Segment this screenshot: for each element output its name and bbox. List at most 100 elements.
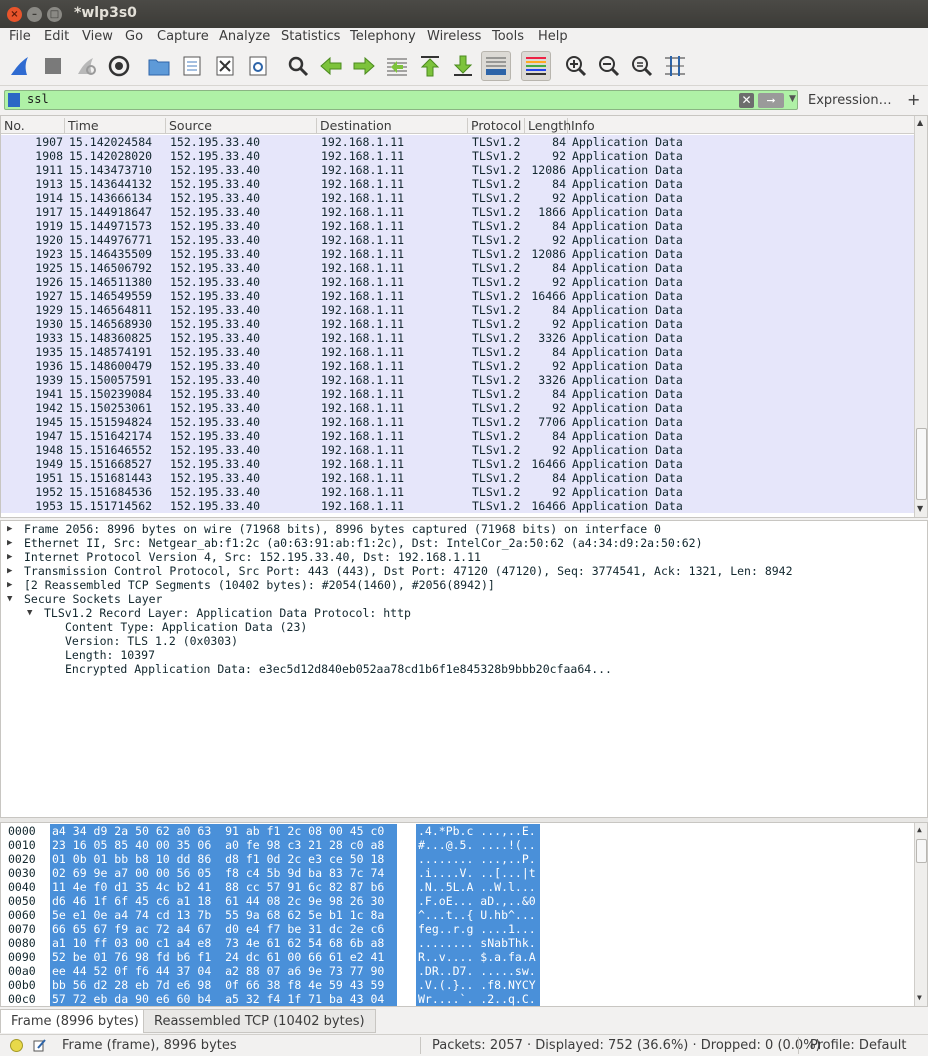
packet-row[interactable]: 1920 15.144976771 152.195.33.40 192.168.1.1… xyxy=(1,233,915,247)
packet-row[interactable]: 1907 15.142024584 152.195.33.40 192.168.1.1… xyxy=(1,135,915,149)
status-profile[interactable]: Profile: Default xyxy=(810,1038,906,1053)
menu-capture[interactable]: Capture xyxy=(157,29,209,44)
packet-row[interactable]: 1952 15.151684536 152.195.33.40 192.168.1.1… xyxy=(1,485,915,499)
menu-analyze[interactable]: Analyze xyxy=(219,29,270,44)
window-maximize-button[interactable]: □ xyxy=(47,7,62,22)
column-header-source[interactable]: Source xyxy=(166,118,317,134)
bytes-row[interactable]: 00a0 ee 44 52 0f f6 44 37 04 a2 88 07 a6 … xyxy=(1,964,915,978)
packet-list-scrollbar[interactable]: ▲ ▼ xyxy=(914,116,927,517)
packet-row[interactable]: 1926 15.146511380 152.195.33.40 192.168.1.1… xyxy=(1,275,915,289)
open-file-button[interactable] xyxy=(144,51,174,81)
capture-options-button[interactable] xyxy=(104,51,134,81)
restart-capture-button[interactable] xyxy=(71,51,101,81)
bytes-row[interactable]: 0060 5e e1 0e a4 74 cd 13 7b 55 9a 68 62 … xyxy=(1,908,915,922)
packet-row[interactable]: 1945 15.151594824 152.195.33.40 192.168.1.1… xyxy=(1,415,915,429)
packet-row[interactable]: 1917 15.144918647 152.195.33.40 192.168.1.1… xyxy=(1,205,915,219)
colorize-button[interactable] xyxy=(521,51,551,81)
bytes-row[interactable]: 0090 52 be 01 76 98 fd b6 f1 24 dc 61 00 … xyxy=(1,950,915,964)
menu-edit[interactable]: Edit xyxy=(44,29,69,44)
add-filter-button[interactable]: + xyxy=(907,90,920,109)
bytes-row[interactable]: 0000 a4 34 d9 2a 50 62 a0 63 91 ab f1 2c … xyxy=(1,824,915,838)
packet-row[interactable]: 1949 15.151668527 152.195.33.40 192.168.1.1… xyxy=(1,457,915,471)
menu-view[interactable]: View xyxy=(82,29,113,44)
packet-row[interactable]: 1942 15.150253061 152.195.33.40 192.168.1.1… xyxy=(1,401,915,415)
clear-filter-icon[interactable]: ✕ xyxy=(739,93,754,108)
menu-go[interactable]: Go xyxy=(125,29,143,44)
packet-row[interactable]: 1939 15.150057591 152.195.33.40 192.168.1.1… xyxy=(1,373,915,387)
column-header-length[interactable]: Length xyxy=(525,118,571,134)
packet-list[interactable]: No. Time Source Destination Protocol Len… xyxy=(0,115,928,518)
scroll-up-arrow-icon[interactable]: ▲ xyxy=(917,118,923,127)
bytes-row[interactable]: 0020 01 0b 01 bb b8 10 dd 86 d8 f1 0d 2c … xyxy=(1,852,915,866)
expander-closed-icon[interactable]: ▶ xyxy=(7,578,12,592)
expander-closed-icon[interactable]: ▶ xyxy=(7,550,12,564)
packet-row[interactable]: 1948 15.151646552 152.195.33.40 192.168.1.1… xyxy=(1,443,915,457)
packet-row[interactable]: 1919 15.144971573 152.195.33.40 192.168.1.1… xyxy=(1,219,915,233)
expression-button[interactable]: Expression… xyxy=(808,93,892,108)
packet-row[interactable]: 1908 15.142028020 152.195.33.40 192.168.1.1… xyxy=(1,149,915,163)
last-packet-button[interactable] xyxy=(448,51,478,81)
packet-row[interactable]: 1927 15.146549559 152.195.33.40 192.168.1.1… xyxy=(1,289,915,303)
bytes-row[interactable]: 0010 23 16 05 85 40 00 35 06 a0 fe 98 c3 … xyxy=(1,838,915,852)
packet-details[interactable]: ▶ Frame 2056: 8996 bytes on wire (71968 b… xyxy=(0,520,928,818)
expander-closed-icon[interactable]: ▶ xyxy=(7,536,12,550)
tab-reassembled-tcp[interactable]: Reassembled TCP (10402 bytes) xyxy=(143,1009,376,1033)
display-filter-text[interactable]: ssl xyxy=(27,92,49,106)
menu-tools[interactable]: Tools xyxy=(492,29,524,44)
find-packet-button[interactable] xyxy=(283,51,313,81)
column-header-no[interactable]: No. xyxy=(1,118,65,134)
packet-row[interactable]: 1953 15.151714562 152.195.33.40 192.168.1.1… xyxy=(1,499,915,513)
scroll-down-arrow-icon[interactable]: ▼ xyxy=(917,993,922,1002)
packet-row[interactable]: 1947 15.151642174 152.195.33.40 192.168.1.1… xyxy=(1,429,915,443)
packet-row[interactable]: 1925 15.146506792 152.195.33.40 192.168.1.1… xyxy=(1,261,915,275)
bookmark-icon[interactable] xyxy=(8,93,20,107)
packet-bytes[interactable]: 0000 a4 34 d9 2a 50 62 a0 63 91 ab f1 2c … xyxy=(0,822,928,1007)
window-minimize-button[interactable]: – xyxy=(27,7,42,22)
edit-comment-icon[interactable] xyxy=(33,1038,47,1052)
chevron-down-icon[interactable]: ▼ xyxy=(789,94,796,104)
packet-row[interactable]: 1914 15.143666134 152.195.33.40 192.168.1.1… xyxy=(1,191,915,205)
first-packet-button[interactable] xyxy=(415,51,445,81)
display-filter-input[interactable]: ssl ✕ ➞ ▼ xyxy=(4,90,798,110)
bytes-scrollbar[interactable]: ▲ ▼ xyxy=(914,823,927,1006)
expander-closed-icon[interactable]: ▶ xyxy=(7,564,12,578)
scroll-down-arrow-icon[interactable]: ▼ xyxy=(917,504,923,513)
expander-closed-icon[interactable]: ▶ xyxy=(7,522,12,536)
stop-capture-button[interactable] xyxy=(38,51,68,81)
normal-size-button[interactable] xyxy=(627,51,657,81)
bytes-row[interactable]: 00b0 bb 56 d2 28 eb 7d e6 98 0f 66 38 f8 … xyxy=(1,978,915,992)
column-header-time[interactable]: Time xyxy=(65,118,166,134)
column-header-info[interactable]: Info xyxy=(568,118,915,134)
column-header-protocol[interactable]: Protocol xyxy=(468,118,525,134)
packet-row[interactable]: 1930 15.146568930 152.195.33.40 192.168.1.1… xyxy=(1,317,915,331)
expert-info-icon[interactable] xyxy=(10,1039,23,1052)
bytes-row[interactable]: 0030 02 69 9e a7 00 00 56 05 f8 c4 5b 9d … xyxy=(1,866,915,880)
packet-row[interactable]: 1929 15.146564811 152.195.33.40 192.168.1.1… xyxy=(1,303,915,317)
column-header-destination[interactable]: Destination xyxy=(317,118,468,134)
packet-row[interactable]: 1911 15.143473710 152.195.33.40 192.168.1.1… xyxy=(1,163,915,177)
packet-row[interactable]: 1936 15.148600479 152.195.33.40 192.168.1.1… xyxy=(1,359,915,373)
save-file-button[interactable] xyxy=(177,51,207,81)
menu-wireless[interactable]: Wireless xyxy=(427,29,481,44)
tab-frame-bytes[interactable]: Frame (8996 bytes) xyxy=(0,1009,150,1033)
zoom-in-button[interactable] xyxy=(561,51,591,81)
zoom-out-button[interactable] xyxy=(594,51,624,81)
bytes-row[interactable]: 00c0 57 72 eb da 90 e6 60 b4 a5 32 f4 1f … xyxy=(1,992,915,1006)
packet-row[interactable]: 1933 15.148360825 152.195.33.40 192.168.1.1… xyxy=(1,331,915,345)
window-close-button[interactable]: × xyxy=(7,7,22,22)
reload-file-button[interactable] xyxy=(243,51,273,81)
bytes-row[interactable]: 0040 11 4e f0 d1 35 4c b2 41 88 cc 57 91 … xyxy=(1,880,915,894)
packet-row[interactable]: 1935 15.148574191 152.195.33.40 192.168.1.1… xyxy=(1,345,915,359)
go-forward-button[interactable] xyxy=(349,51,379,81)
packet-row[interactable]: 1951 15.151681443 152.195.33.40 192.168.1.1… xyxy=(1,471,915,485)
expander-open-icon[interactable]: ▼ xyxy=(7,592,12,606)
menu-telephony[interactable]: Telephony xyxy=(350,29,416,44)
go-back-button[interactable] xyxy=(316,51,346,81)
menu-file[interactable]: File xyxy=(9,29,31,44)
scroll-up-arrow-icon[interactable]: ▲ xyxy=(917,825,922,834)
bytes-row[interactable]: 0080 a1 10 ff 03 00 c1 a4 e8 73 4e 61 62 … xyxy=(1,936,915,950)
packet-row[interactable]: 1913 15.143644132 152.195.33.40 192.168.1.1… xyxy=(1,177,915,191)
menu-statistics[interactable]: Statistics xyxy=(281,29,340,44)
packet-row[interactable]: 1923 15.146435509 152.195.33.40 192.168.1.1… xyxy=(1,247,915,261)
apply-filter-icon[interactable]: ➞ xyxy=(758,93,784,108)
